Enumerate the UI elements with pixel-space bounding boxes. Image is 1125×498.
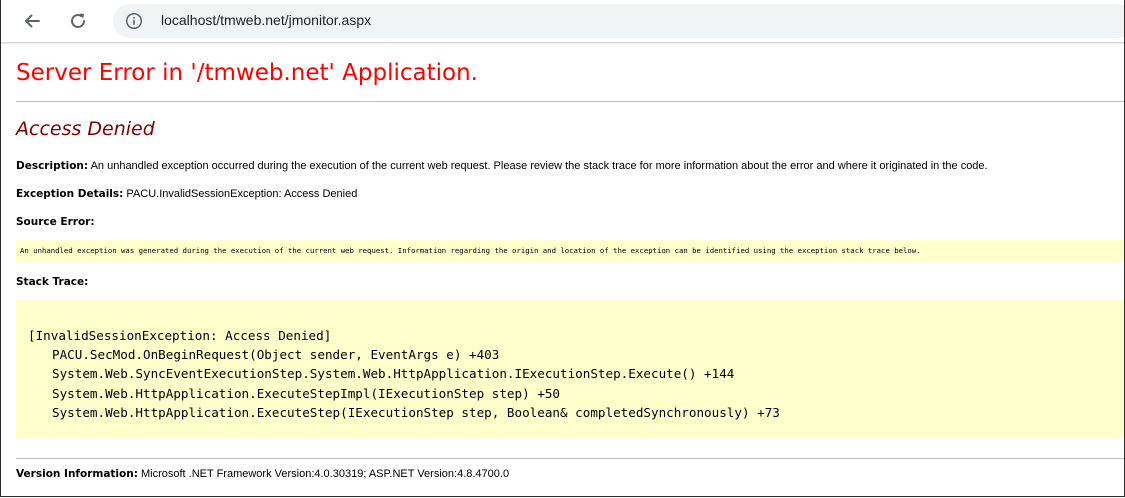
description-line: Description: An unhandled exception occu… bbox=[16, 160, 988, 172]
source-error-text: An unhandled exception was generated dur… bbox=[20, 246, 921, 255]
version-information-line: Version Information: Microsoft .NET Fram… bbox=[16, 468, 509, 480]
stack-trace-line-5: System.Web.HttpApplication.ExecuteStep(I… bbox=[52, 404, 780, 420]
stack-trace-line-3: System.Web.SyncEventExecutionStep.System… bbox=[52, 366, 735, 382]
back-button[interactable] bbox=[19, 8, 45, 34]
description-label: Description: bbox=[16, 160, 89, 172]
stack-trace-line-4: System.Web.HttpApplication.ExecuteStepIm… bbox=[52, 385, 560, 401]
version-divider bbox=[16, 458, 1124, 459]
stack-trace-text: [InvalidSessionException: Access Denied]… bbox=[28, 326, 780, 422]
error-page: Server Error in '/tmweb.net' Application… bbox=[1, 44, 1124, 496]
title-divider bbox=[16, 101, 1124, 102]
url-text[interactable]: localhost/tmweb.net/jmonitor.aspx bbox=[161, 12, 371, 28]
stack-trace-line: Stack Trace: bbox=[16, 276, 88, 288]
stack-trace-label: Stack Trace: bbox=[16, 276, 89, 288]
reload-button[interactable] bbox=[65, 8, 91, 34]
source-error-line: Source Error: bbox=[16, 216, 95, 228]
browser-window: localhost/tmweb.net/jmonitor.aspx Server… bbox=[0, 0, 1125, 497]
stack-trace-box: [InvalidSessionException: Access Denied]… bbox=[16, 300, 1124, 438]
error-heading: Access Denied bbox=[16, 118, 155, 140]
description-text: An unhandled exception occurred during t… bbox=[90, 160, 988, 172]
back-arrow-icon bbox=[25, 14, 40, 28]
exception-details-line: Exception Details: PACU.InvalidSessionEx… bbox=[16, 188, 357, 200]
stack-trace-line-2: PACU.SecMod.OnBeginRequest(Object sender… bbox=[52, 347, 500, 363]
version-information-label: Version Information: bbox=[16, 468, 138, 480]
source-error-label: Source Error: bbox=[16, 216, 95, 228]
server-error-title: Server Error in '/tmweb.net' Application… bbox=[16, 60, 478, 86]
browser-toolbar: localhost/tmweb.net/jmonitor.aspx bbox=[1, 0, 1124, 42]
version-information-text: Microsoft .NET Framework Version:4.0.303… bbox=[140, 468, 510, 480]
stack-trace-line-1: [InvalidSessionException: Access Denied] bbox=[28, 328, 332, 343]
address-bar[interactable]: localhost/tmweb.net/jmonitor.aspx bbox=[113, 4, 1124, 38]
exception-details-label: Exception Details: bbox=[16, 188, 124, 200]
reload-icon bbox=[71, 13, 85, 28]
info-icon[interactable] bbox=[125, 12, 143, 30]
source-error-box: An unhandled exception was generated dur… bbox=[16, 240, 1124, 262]
exception-details-text: PACU.InvalidSessionException: Access Den… bbox=[126, 188, 358, 200]
